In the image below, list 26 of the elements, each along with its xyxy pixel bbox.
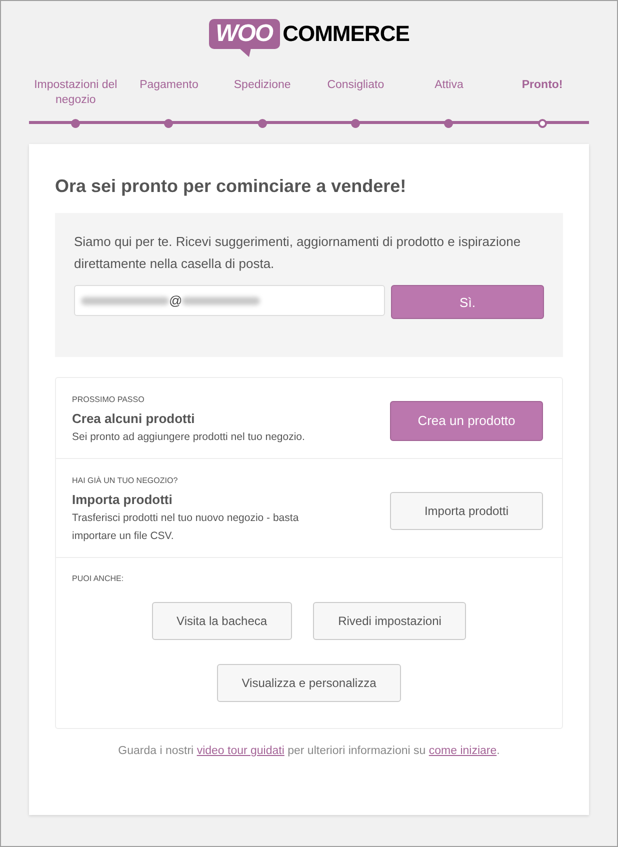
step-label: Attiva xyxy=(434,78,464,93)
section-label: PUOI ANCHE: xyxy=(72,574,125,583)
section-label: PROSSIMO PASSO xyxy=(72,395,146,404)
option-button[interactable]: Rivedi impostazioni xyxy=(313,602,466,640)
action-button[interactable]: Importa prodotti xyxy=(390,492,543,530)
footer-link[interactable]: come iniziare xyxy=(428,745,497,757)
footer-link[interactable]: video tour guidati xyxy=(196,745,284,757)
step-label: Impostazioni del negozio xyxy=(33,78,118,108)
speech-tail-icon xyxy=(238,48,251,57)
step-label: Consigliato xyxy=(327,78,384,93)
step-label: Spedizione xyxy=(234,78,291,93)
logo-text: COMMERCE xyxy=(282,21,410,47)
step-label: Pagamento xyxy=(140,78,198,93)
option-button[interactable]: Visita la bacheca xyxy=(152,602,292,640)
footer-text: Guarda i nostri video tour guidati per ulteriori informazioni su come iniziare. xyxy=(117,745,501,757)
option-button[interactable]: Visualizza e personalizza xyxy=(216,664,402,702)
step-heading: Crea alcuni prodotti xyxy=(72,411,196,426)
page-title: Ora sei pronto per cominciare a vendere! xyxy=(55,176,408,197)
step-description: Trasferisci prodotti nel tuo nuovo negozio - basta importare un file CSV. xyxy=(72,511,300,544)
step-heading: Importa prodotti xyxy=(72,492,174,507)
step-description: Sei pronto ad aggiungere prodotti nel tuo negozio. xyxy=(72,430,306,445)
section-label: HAI GIÀ UN TUO NEGOZIO? xyxy=(72,476,179,485)
logo-badge: WOO xyxy=(208,19,280,49)
newsletter-text: Siamo qui per te. Ricevi suggerimenti, aggiornamenti di prodotto e ispirazione direttamente nella casella di posta. xyxy=(74,233,522,273)
email-field[interactable]: @ xyxy=(74,285,385,316)
step-label: Pronto! xyxy=(522,78,563,93)
